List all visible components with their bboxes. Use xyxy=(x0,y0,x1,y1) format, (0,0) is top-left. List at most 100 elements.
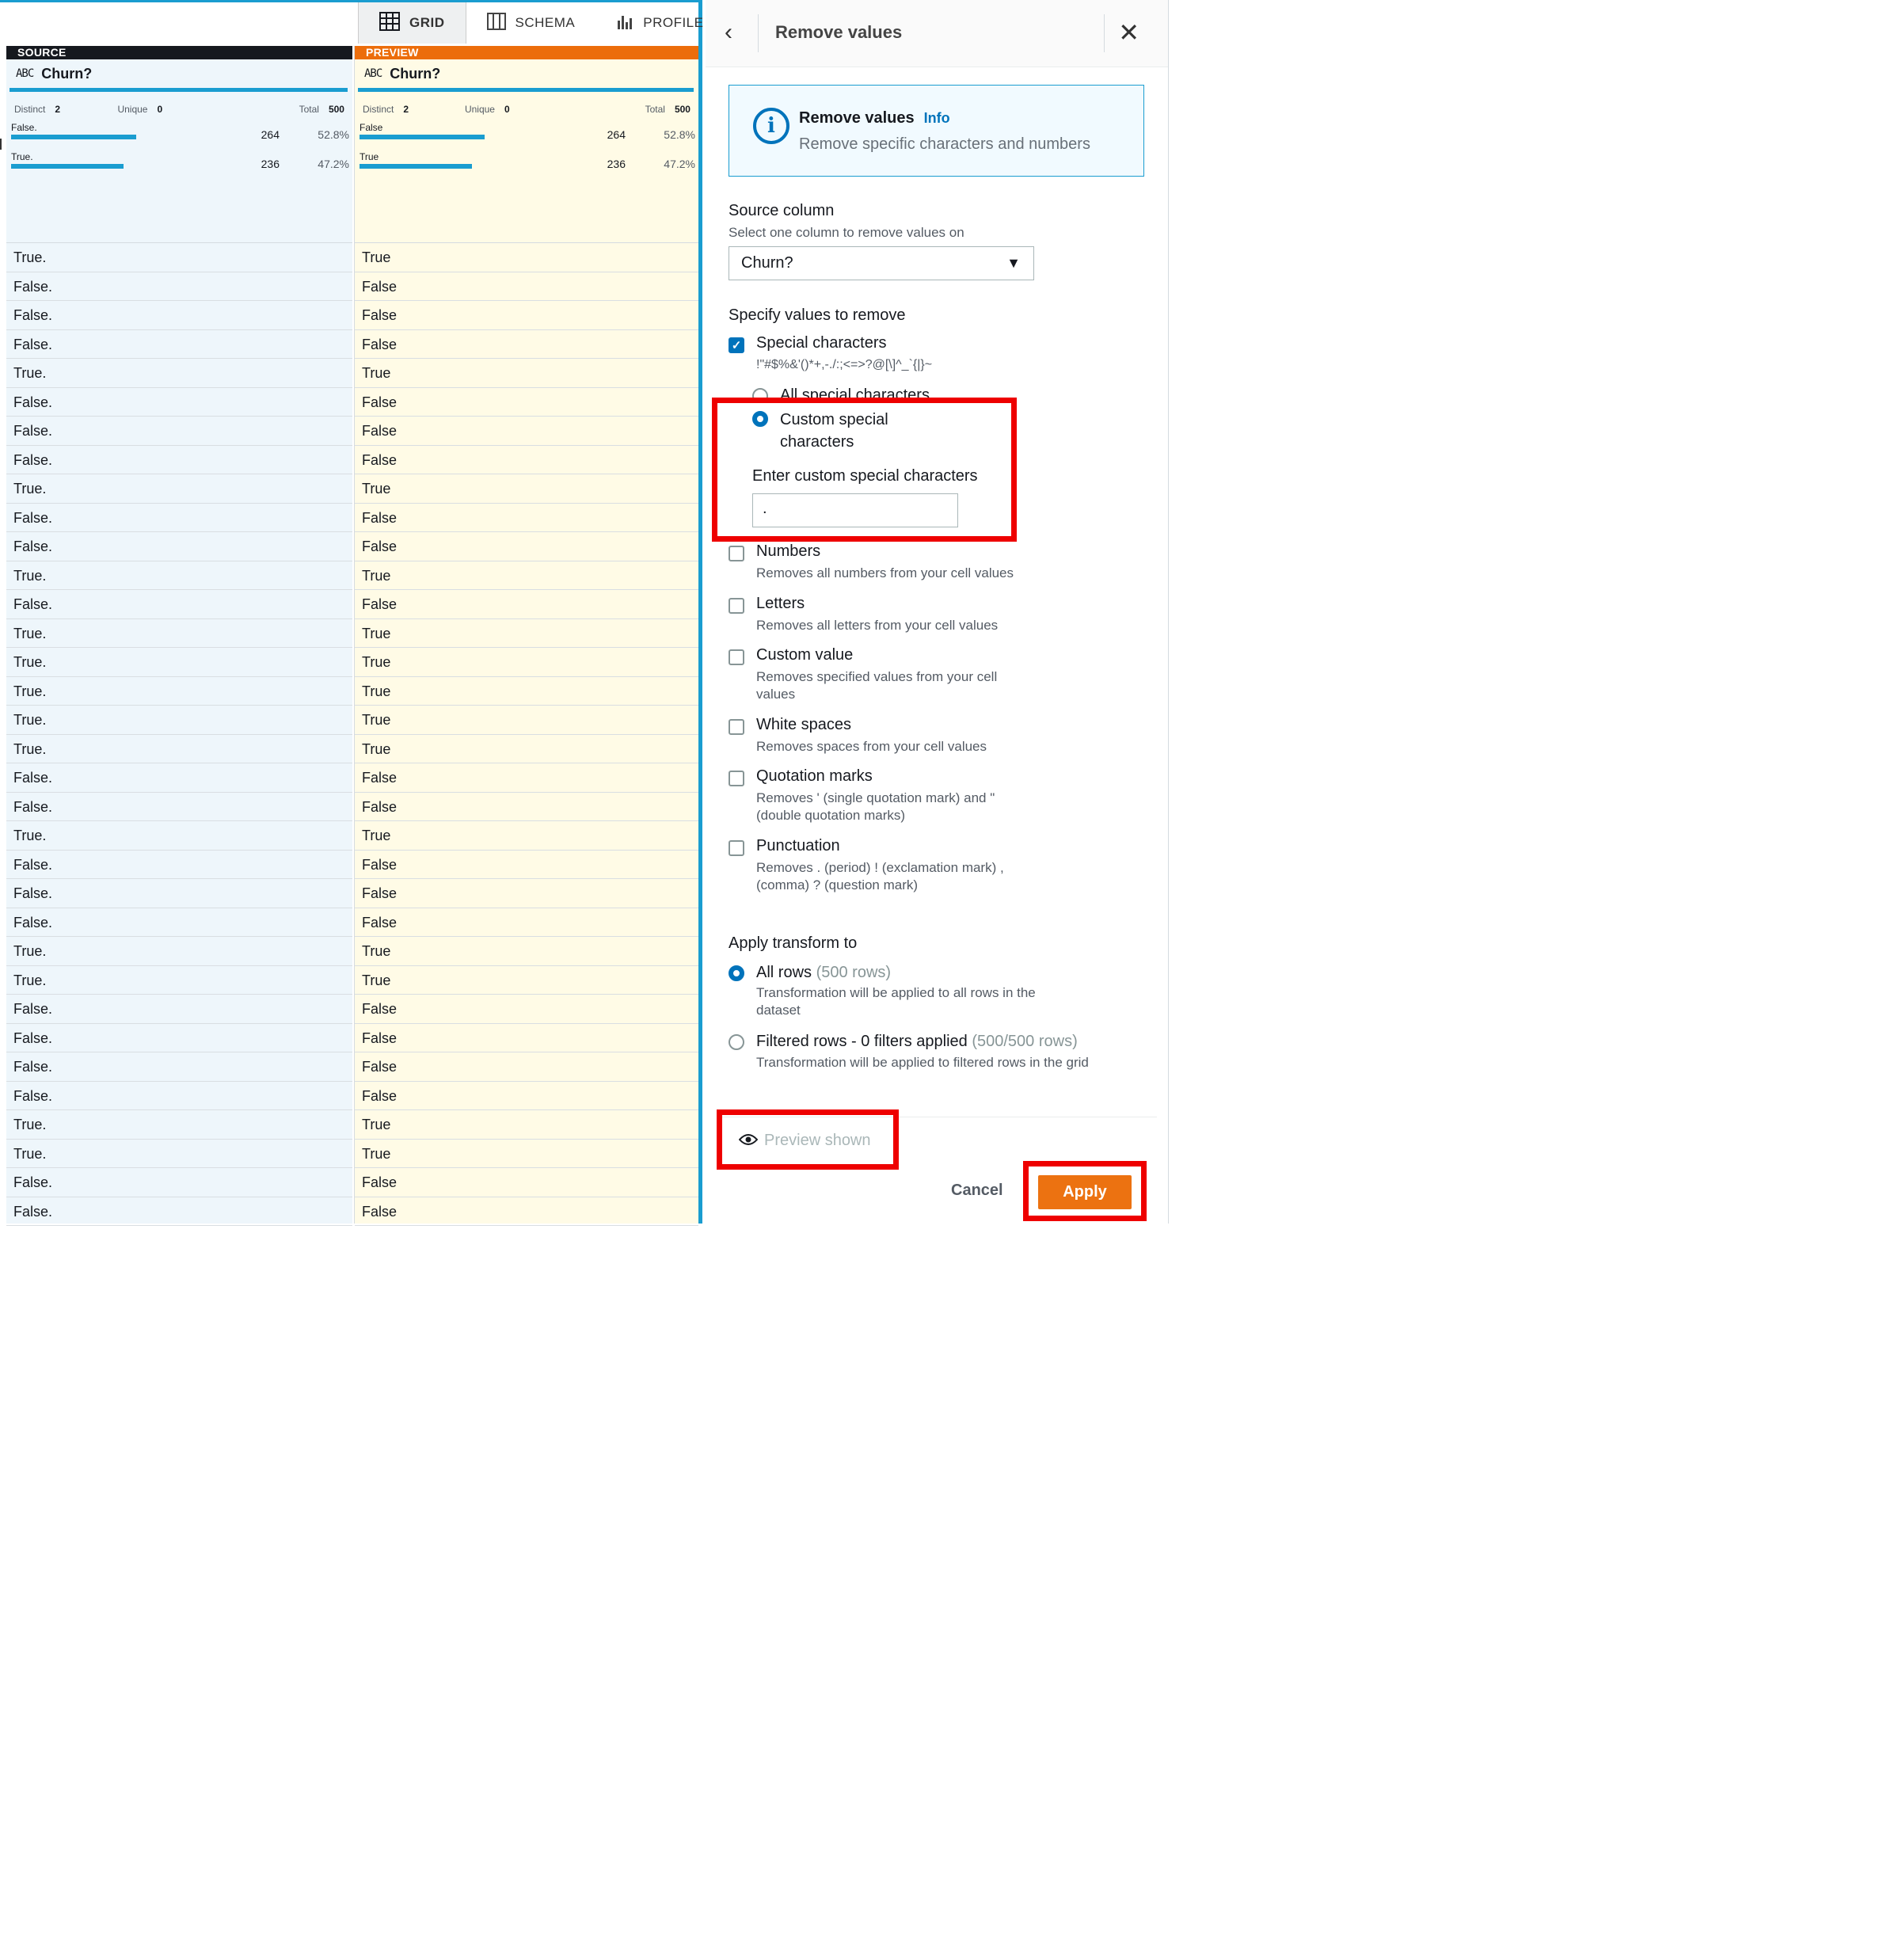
grid-cell[interactable]: False. xyxy=(6,301,352,330)
quotation-marks-checkbox[interactable] xyxy=(729,771,744,786)
grid-cell[interactable]: False xyxy=(355,851,698,879)
filtered-rows-label: Filtered rows - 0 filters applied xyxy=(756,1033,968,1050)
grid-cell[interactable]: True xyxy=(355,1140,698,1168)
grid-cell[interactable]: False xyxy=(355,272,698,301)
grid-cell[interactable]: True xyxy=(355,821,698,851)
grid-cell[interactable]: False xyxy=(355,330,698,359)
grid-cell[interactable]: False xyxy=(355,995,698,1024)
grid-cell[interactable]: True xyxy=(355,966,698,995)
grid-cell[interactable]: False xyxy=(355,590,698,619)
grid-cell[interactable]: False xyxy=(355,417,698,446)
grid-cell[interactable]: True. xyxy=(6,1110,352,1140)
white-spaces-label: White spaces xyxy=(756,716,852,733)
grid-cell[interactable]: False xyxy=(355,793,698,821)
preview-column-header[interactable]: ABC Churn? xyxy=(355,59,698,88)
grid-cell[interactable]: False. xyxy=(6,504,352,532)
white-spaces-checkbox[interactable] xyxy=(729,719,744,735)
grid-cell[interactable]: False xyxy=(355,1082,698,1110)
grid-cell[interactable]: False xyxy=(355,1024,698,1052)
custom-value-checkbox[interactable] xyxy=(729,649,744,665)
grid-cell[interactable]: True. xyxy=(6,677,352,706)
special-characters-checkbox[interactable]: ✓ xyxy=(729,337,744,353)
info-link[interactable]: Info xyxy=(924,110,950,126)
punctuation-checkbox[interactable] xyxy=(729,840,744,856)
grid-cell[interactable]: True xyxy=(355,359,698,388)
grid-cell[interactable]: False. xyxy=(6,417,352,446)
grid-cell[interactable]: True xyxy=(355,937,698,966)
grid-cell[interactable]: True. xyxy=(6,561,352,590)
value-bucket[interactable]: False. 264 52.8% xyxy=(11,122,349,154)
grid-cell[interactable]: True. xyxy=(6,619,352,648)
close-icon[interactable]: ✕ xyxy=(1118,17,1139,48)
all-special-option: All special characters xyxy=(752,386,1069,398)
grid-cell[interactable]: True xyxy=(355,243,698,272)
numbers-checkbox[interactable] xyxy=(729,546,744,561)
grid-cell[interactable]: True. xyxy=(6,735,352,763)
profile-icon xyxy=(616,13,633,34)
grid-cell[interactable]: True. xyxy=(6,706,352,735)
grid-cell[interactable]: False. xyxy=(6,1082,352,1110)
grid-cell[interactable]: True. xyxy=(6,1140,352,1168)
source-column-select[interactable]: Churn? ▼ xyxy=(729,246,1034,280)
grid-cell[interactable]: True. xyxy=(6,937,352,966)
grid-cell[interactable]: False. xyxy=(6,1197,352,1226)
grid-cell[interactable]: False xyxy=(355,446,698,474)
bucket-count: 264 xyxy=(607,128,626,141)
grid-cell[interactable]: False xyxy=(355,1197,698,1226)
grid-cell[interactable]: False xyxy=(355,1052,698,1082)
grid-cell[interactable]: False. xyxy=(6,446,352,474)
grid-cell[interactable]: False. xyxy=(6,1024,352,1052)
grid-cell[interactable]: True xyxy=(355,735,698,763)
grid-cell[interactable]: False. xyxy=(6,851,352,879)
all-special-radio[interactable] xyxy=(752,388,768,398)
grid-cell[interactable]: True xyxy=(355,677,698,706)
grid-cell[interactable]: False. xyxy=(6,879,352,908)
grid-cell[interactable]: False. xyxy=(6,763,352,793)
grid-cell[interactable]: False xyxy=(355,879,698,908)
grid-cell[interactable]: True xyxy=(355,706,698,735)
caret-down-icon: ▼ xyxy=(1006,255,1021,271)
grid-cell[interactable]: False. xyxy=(6,388,352,417)
grid-cell[interactable]: True. xyxy=(6,243,352,272)
grid-cell[interactable]: True xyxy=(355,648,698,677)
grid-cell[interactable]: False. xyxy=(6,1052,352,1082)
grid-cell[interactable]: True xyxy=(355,561,698,590)
grid-cell[interactable]: False xyxy=(355,388,698,417)
all-rows-radio[interactable] xyxy=(729,965,744,981)
grid-cell[interactable]: True. xyxy=(6,474,352,504)
value-bucket[interactable]: True 236 47.2% xyxy=(360,151,695,183)
grid-cell[interactable]: False. xyxy=(6,272,352,301)
highlight-custom-special xyxy=(712,398,1017,542)
scroll-indicator[interactable] xyxy=(0,139,2,150)
grid-cell[interactable]: True xyxy=(355,619,698,648)
grid-cell[interactable]: False. xyxy=(6,590,352,619)
grid-cell[interactable]: False xyxy=(355,763,698,793)
grid-cell[interactable]: False xyxy=(355,504,698,532)
tab-schema[interactable]: SCHEMA xyxy=(466,2,596,44)
grid-cell[interactable]: True. xyxy=(6,359,352,388)
grid-cell[interactable]: True. xyxy=(6,648,352,677)
grid-cell[interactable]: True xyxy=(355,474,698,504)
grid-cell[interactable]: False xyxy=(355,532,698,561)
letters-checkbox[interactable] xyxy=(729,598,744,614)
filtered-rows-radio[interactable] xyxy=(729,1034,744,1050)
quotation-marks-description: Removes ' (single quotation mark) and " … xyxy=(756,790,995,823)
grid-cell[interactable]: False. xyxy=(6,1168,352,1197)
grid-cell[interactable]: False. xyxy=(6,908,352,937)
grid-cell[interactable]: False. xyxy=(6,532,352,561)
grid-cell[interactable]: False. xyxy=(6,793,352,821)
back-chevron-icon[interactable]: ‹ xyxy=(725,19,732,46)
grid-cell[interactable]: False xyxy=(355,908,698,937)
grid-cell[interactable]: True. xyxy=(6,966,352,995)
cancel-button[interactable]: Cancel xyxy=(951,1182,1003,1200)
grid-cell[interactable]: True xyxy=(355,1110,698,1140)
grid-cell[interactable]: True. xyxy=(6,821,352,851)
grid-cell[interactable]: False. xyxy=(6,330,352,359)
value-bucket[interactable]: True. 236 47.2% xyxy=(11,151,349,183)
source-column-header[interactable]: ABC Churn? xyxy=(6,59,352,88)
tab-grid[interactable]: GRID xyxy=(358,2,466,44)
grid-cell[interactable]: False. xyxy=(6,995,352,1024)
grid-cell[interactable]: False xyxy=(355,1168,698,1197)
grid-cell[interactable]: False xyxy=(355,301,698,330)
value-bucket[interactable]: False 264 52.8% xyxy=(360,122,695,154)
